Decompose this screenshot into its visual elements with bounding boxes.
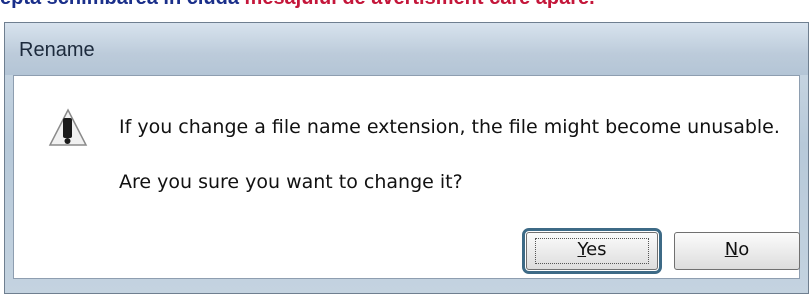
focus-rectangle [535, 238, 649, 264]
no-label: o [738, 239, 750, 260]
yes-button[interactable]: Yes [522, 228, 662, 274]
no-button[interactable]: No [674, 232, 800, 270]
no-mnemonic: N [724, 239, 739, 260]
confirmation-question: Are you sure you want to change it? [119, 171, 463, 193]
caption-text-red: mesajului de avertisment care apare. [245, 0, 595, 9]
document-caption: epta schimbarea în ciuda mesajului de av… [0, 0, 811, 11]
dialog-title: Rename [19, 39, 95, 61]
warning-icon [48, 108, 88, 146]
caption-text-blue: epta schimbarea în ciuda [0, 0, 245, 9]
rename-dialog: Rename If you change a file name extensi… [4, 22, 809, 294]
title-bar[interactable]: Rename [5, 23, 808, 75]
dialog-content: If you change a file name extension, the… [13, 75, 800, 279]
warning-message: If you change a file name extension, the… [119, 116, 780, 138]
